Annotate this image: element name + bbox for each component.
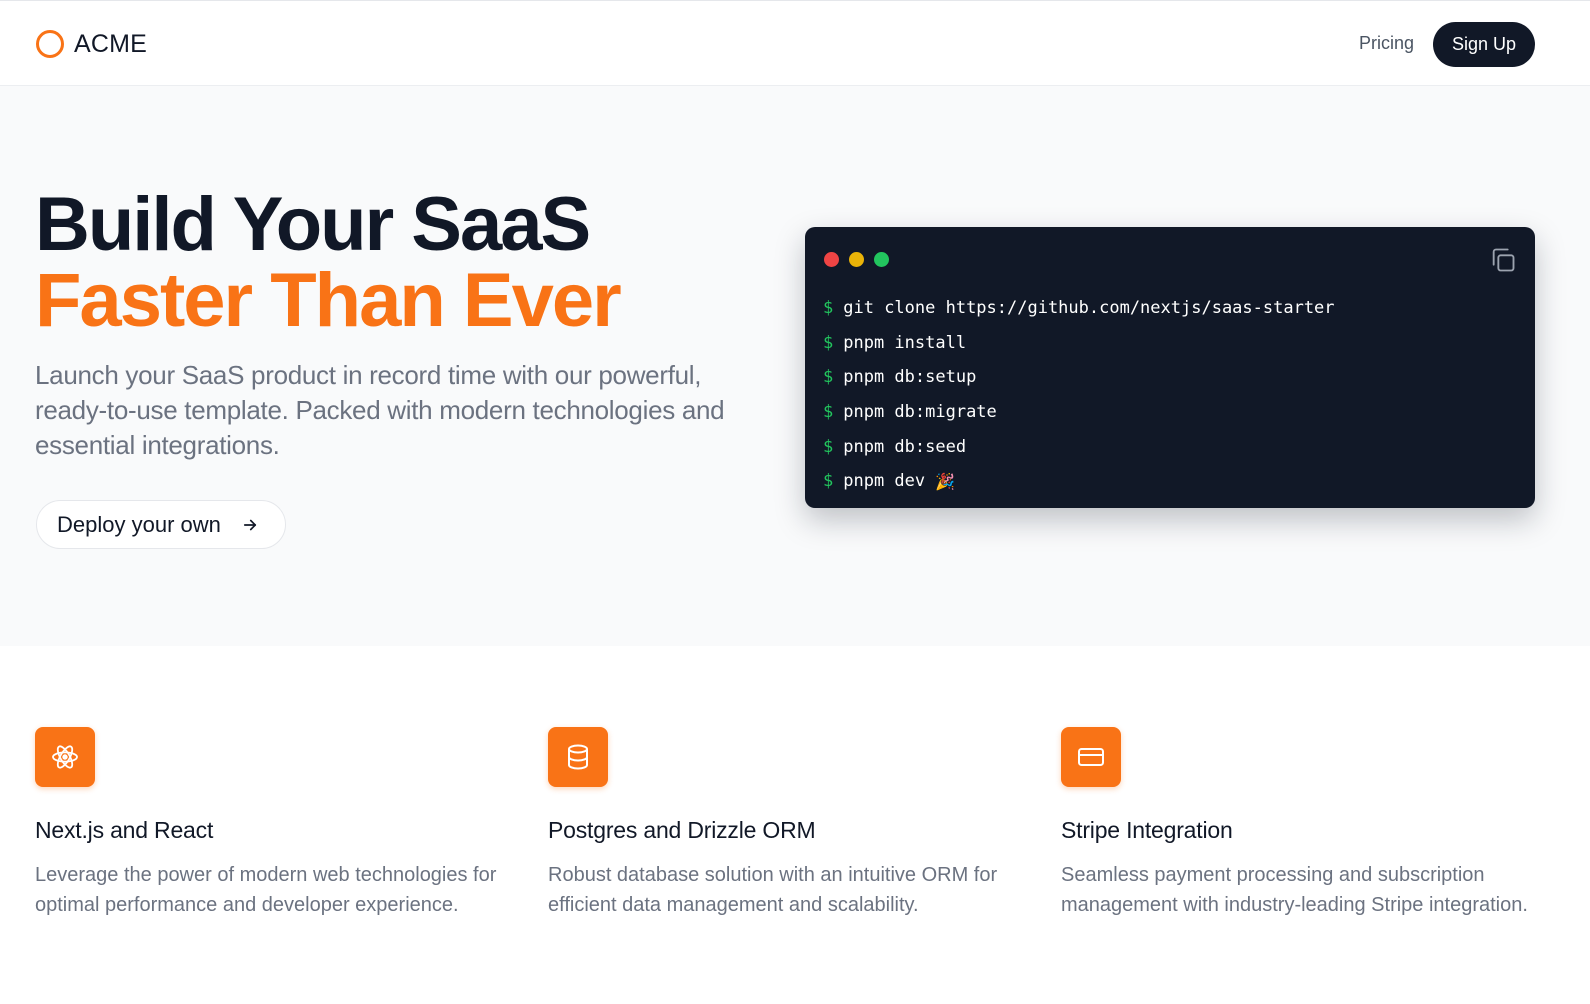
feature-icon-box	[548, 727, 608, 787]
command-text: git clone https://github.com/nextjs/saas…	[843, 298, 1335, 319]
command-text: pnpm db:setup	[843, 367, 977, 388]
terminal-command: $ pnpm db:migrate	[823, 395, 1335, 430]
command-text: pnpm install	[843, 332, 967, 353]
terminal-command: $ pnpm dev 🎉	[823, 464, 1335, 499]
feature-card: Stripe Integration Seamless payment proce…	[1061, 727, 1541, 920]
prompt-symbol: $	[823, 298, 834, 319]
command-list: $ git clone https://github.com/nextjs/saa…	[823, 291, 1335, 499]
atom-icon	[52, 745, 78, 769]
prompt-symbol: $	[823, 402, 834, 423]
feature-title: Stripe Integration	[1061, 817, 1233, 843]
terminal-window: $ git clone https://github.com/nextjs/saa…	[805, 227, 1535, 508]
terminal-command: $ git clone https://github.com/nextjs/saa…	[823, 291, 1335, 326]
command-text: pnpm db:migrate	[843, 402, 997, 423]
sign-up-button[interactable]: Sign Up	[1433, 22, 1535, 67]
minimize-dot	[849, 252, 864, 267]
terminal-command: $ pnpm db:setup	[823, 360, 1335, 395]
database-icon	[568, 744, 588, 770]
copy-icon	[1492, 248, 1515, 272]
deploy-button-label: Deploy your own	[57, 511, 221, 537]
feature-title: Postgres and Drizzle ORM	[548, 817, 816, 843]
logo[interactable]: ACME	[36, 29, 147, 59]
terminal-command: $ pnpm install	[823, 326, 1335, 361]
maximize-dot	[874, 252, 889, 267]
hero-section: Build Your SaaS Faster Than Ever Launch …	[0, 86, 1590, 646]
arrow-right-icon	[243, 519, 256, 530]
site-header: ACME Pricing Sign Up	[0, 0, 1590, 86]
feature-icon-box	[35, 727, 95, 787]
feature-title: Next.js and React	[35, 817, 214, 843]
command-text: pnpm dev	[843, 471, 926, 492]
credit-card-icon	[1078, 748, 1104, 766]
feature-description: Robust database solution with an intuiti…	[548, 864, 998, 916]
prompt-symbol: $	[823, 436, 834, 457]
command-text: pnpm db:seed	[843, 436, 967, 457]
feature-description: Leverage the power of modern web technol…	[35, 864, 497, 916]
terminal-command: $ pnpm db:seed	[823, 429, 1335, 464]
window-controls	[824, 252, 889, 267]
hero-subtitle: Launch your SaaS product in record time …	[35, 360, 725, 460]
features-section: Next.js and React Leverage the power of m…	[0, 646, 1590, 1004]
prompt-symbol: $	[823, 471, 834, 492]
party-popper-icon: 🎉	[935, 471, 956, 491]
hero-title-line2: Faster Than Ever	[35, 258, 622, 343]
hero-title-line1: Build Your SaaS	[35, 182, 591, 267]
feature-card: Next.js and React Leverage the power of m…	[35, 727, 515, 920]
pricing-link[interactable]: Pricing	[1359, 33, 1414, 54]
prompt-symbol: $	[823, 332, 834, 353]
deploy-your-own-button[interactable]: Deploy your own	[36, 500, 286, 549]
feature-card: Postgres and Drizzle ORM Robust database …	[548, 727, 1028, 920]
logo-text: ACME	[74, 29, 148, 58]
logo-circle-icon	[36, 30, 64, 58]
prompt-symbol: $	[823, 367, 834, 388]
close-dot	[824, 252, 839, 267]
hero-title: Build Your SaaS Faster Than Ever	[35, 182, 622, 343]
feature-icon-box	[1061, 727, 1121, 787]
copy-button[interactable]	[1489, 246, 1517, 274]
feature-description: Seamless payment processing and subscrip…	[1061, 864, 1528, 916]
